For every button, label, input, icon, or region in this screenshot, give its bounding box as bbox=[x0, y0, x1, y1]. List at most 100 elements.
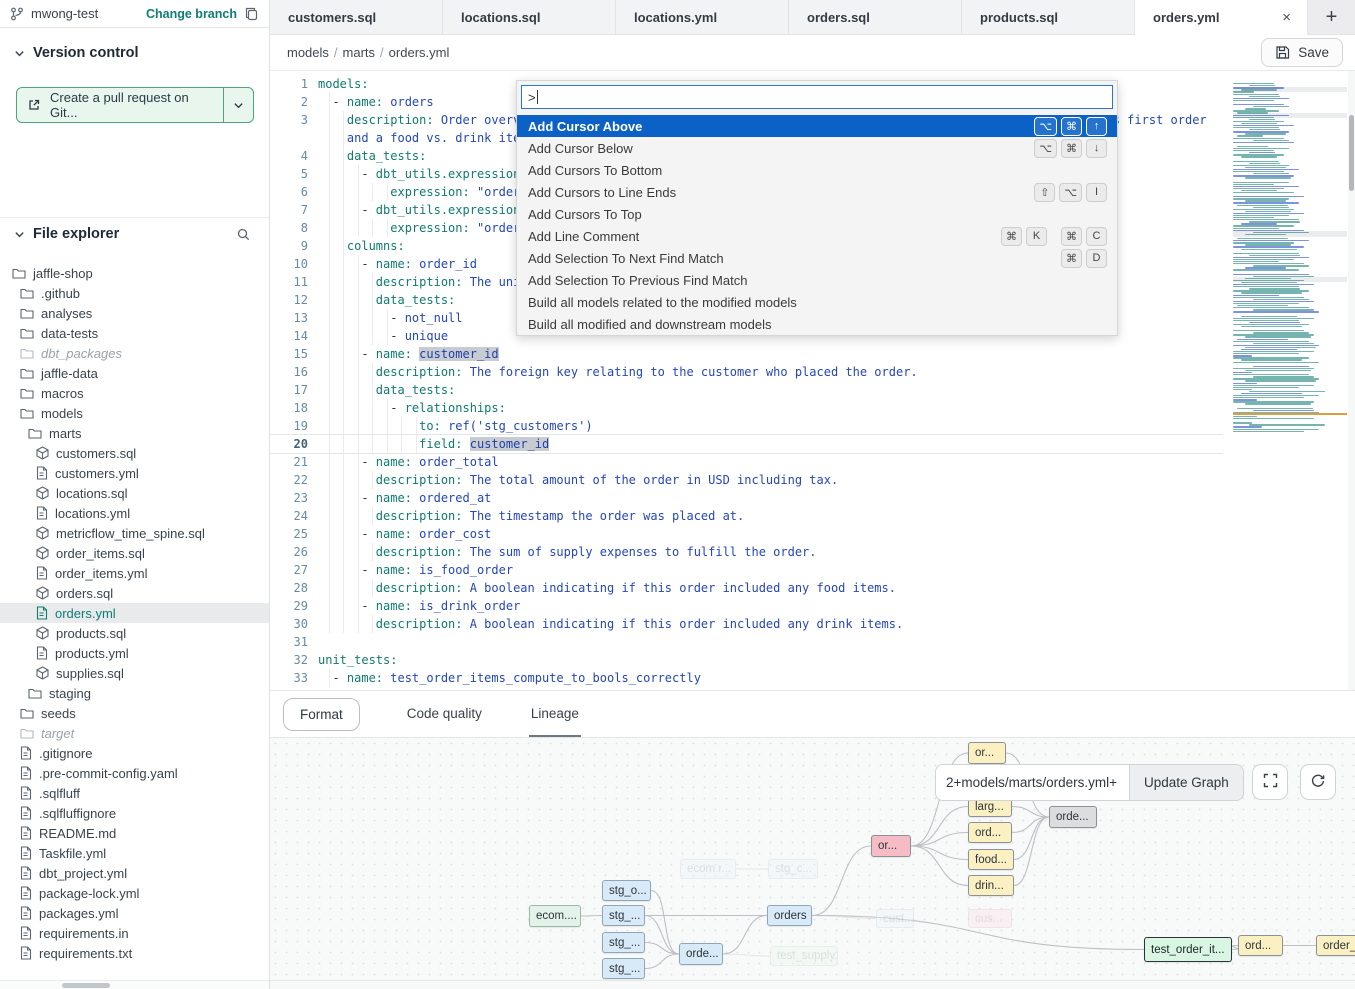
tree-item-target[interactable]: target bbox=[0, 723, 269, 743]
tree-item-orders.yml[interactable]: orders.yml bbox=[0, 603, 269, 623]
tree-item-requirements.in[interactable]: requirements.in bbox=[0, 923, 269, 943]
command-item[interactable]: Build all models related to the modified… bbox=[517, 291, 1117, 313]
tree-item-dbt_packages[interactable]: dbt_packages bbox=[0, 343, 269, 363]
bottom-horizontal-scrollbar[interactable] bbox=[270, 980, 1355, 989]
tree-item-.sqlfluffignore[interactable]: .sqlfluffignore bbox=[0, 803, 269, 823]
code-line[interactable]: 30 description: A boolean indicating if … bbox=[270, 615, 1355, 633]
tree-item-locations.sql[interactable]: locations.sql bbox=[0, 483, 269, 503]
tree-item-requirements.txt[interactable]: requirements.txt bbox=[0, 943, 269, 963]
tree-item-products.sql[interactable]: products.sql bbox=[0, 623, 269, 643]
pr-dropdown-chevron-icon[interactable] bbox=[223, 88, 253, 122]
graph-node-stg1[interactable]: stg_... bbox=[602, 905, 645, 926]
graph-node-f_ecomr[interactable]: ecom.r... bbox=[680, 859, 736, 879]
command-item[interactable]: Add Cursors to Line Ends⇧⌥I bbox=[517, 181, 1117, 203]
lineage-canvas[interactable]: or...larg...ord...food...drin...or...ord… bbox=[270, 737, 1355, 980]
graph-node-orde_gray[interactable]: orde... bbox=[1049, 806, 1097, 828]
sidebar-horizontal-scrollbar[interactable] bbox=[0, 980, 269, 989]
save-button[interactable]: Save bbox=[1261, 38, 1343, 67]
code-line[interactable]: 20 field: customer_id bbox=[270, 435, 1355, 453]
tree-item-data-tests[interactable]: data-tests bbox=[0, 323, 269, 343]
breadcrumb-part[interactable]: orders.yml bbox=[389, 45, 450, 60]
tree-item-models[interactable]: models bbox=[0, 403, 269, 423]
tab-locations.sql[interactable]: locations.sql bbox=[443, 0, 616, 34]
code-line[interactable]: 31 bbox=[270, 633, 1355, 651]
tree-item-.gitignore[interactable]: .gitignore bbox=[0, 743, 269, 763]
code-line[interactable]: 25 - name: order_cost bbox=[270, 525, 1355, 543]
command-item[interactable]: Add Cursors To Top bbox=[517, 203, 1117, 225]
code-line[interactable]: 17 data_tests: bbox=[270, 381, 1355, 399]
tree-item-order_items.sql[interactable]: order_items.sql bbox=[0, 543, 269, 563]
tab-code-quality[interactable]: Code quality bbox=[405, 691, 484, 738]
code-line[interactable]: 28 description: A boolean indicating if … bbox=[270, 579, 1355, 597]
tree-item-orders.sql[interactable]: orders.sql bbox=[0, 583, 269, 603]
graph-node-order2[interactable]: order_... bbox=[1316, 935, 1355, 956]
code-line[interactable]: 24 description: The timestamp the order … bbox=[270, 507, 1355, 525]
code-line[interactable]: 21 - name: order_total bbox=[270, 453, 1355, 471]
scrollbar-thumb[interactable] bbox=[62, 983, 110, 988]
format-button[interactable]: Format bbox=[283, 698, 360, 731]
command-item[interactable]: Build all modified and downstream models bbox=[517, 313, 1117, 335]
tree-item-products.yml[interactable]: products.yml bbox=[0, 643, 269, 663]
tree-item-customers.sql[interactable]: customers.sql bbox=[0, 443, 269, 463]
graph-node-or_top[interactable]: or... bbox=[968, 742, 1006, 764]
code-line[interactable]: 22 description: The total amount of the … bbox=[270, 471, 1355, 489]
tree-item-marts[interactable]: marts bbox=[0, 423, 269, 443]
graph-node-f_supply[interactable]: test_supply... bbox=[770, 946, 838, 966]
tree-item-jaffle-shop[interactable]: jaffle-shop bbox=[0, 263, 269, 283]
tree-item-macros[interactable]: macros bbox=[0, 383, 269, 403]
tree-item-locations.yml[interactable]: locations.yml bbox=[0, 503, 269, 523]
breadcrumb-part[interactable]: marts bbox=[343, 45, 376, 60]
version-control-header[interactable]: Version control bbox=[14, 45, 253, 61]
tab-customers.sql[interactable]: customers.sql bbox=[270, 0, 443, 34]
update-graph-button[interactable]: Update Graph bbox=[1129, 764, 1244, 801]
graph-node-drin[interactable]: drin... bbox=[968, 875, 1014, 896]
tree-item-.sqlfluff[interactable]: .sqlfluff bbox=[0, 783, 269, 803]
graph-node-f_cus[interactable]: cus... bbox=[968, 909, 1012, 928]
tree-item-seeds[interactable]: seeds bbox=[0, 703, 269, 723]
graph-node-f_stgc[interactable]: stg_c... bbox=[768, 859, 818, 879]
tree-item-jaffle-data[interactable]: jaffle-data bbox=[0, 363, 269, 383]
command-item[interactable]: Add Line Comment⌘K⌘C bbox=[517, 225, 1117, 247]
graph-node-test_green[interactable]: test_order_it... bbox=[1144, 937, 1232, 962]
tree-item-analyses[interactable]: analyses bbox=[0, 303, 269, 323]
lineage-selector-input[interactable]: 2+models/marts/orders.yml+ bbox=[935, 764, 1129, 801]
editor-scrollbar[interactable] bbox=[1348, 71, 1355, 690]
command-item[interactable]: Add Cursors To Bottom bbox=[517, 159, 1117, 181]
code-line[interactable]: 33 - name: test_order_items_compute_to_b… bbox=[270, 669, 1355, 687]
create-pr-button[interactable]: Create a pull request on Git... bbox=[16, 87, 254, 123]
command-item[interactable]: Add Selection To Previous Find Match bbox=[517, 269, 1117, 291]
file-explorer-header[interactable]: File explorer bbox=[14, 226, 253, 242]
graph-node-f_cust[interactable]: cust... bbox=[876, 909, 914, 928]
tree-item-order_items.yml[interactable]: order_items.yml bbox=[0, 563, 269, 583]
command-input[interactable]: > bbox=[521, 85, 1113, 109]
new-tab-button[interactable]: + bbox=[1308, 0, 1355, 34]
graph-node-ord2[interactable]: ord... bbox=[1238, 935, 1283, 956]
tab-products.sql[interactable]: products.sql bbox=[962, 0, 1135, 34]
tree-item-.pre-commit-config.yaml[interactable]: .pre-commit-config.yaml bbox=[0, 763, 269, 783]
tree-item-README.md[interactable]: README.md bbox=[0, 823, 269, 843]
graph-node-stg3[interactable]: stg_... bbox=[602, 958, 645, 979]
tree-item-packages.yml[interactable]: packages.yml bbox=[0, 903, 269, 923]
copy-branch-icon[interactable] bbox=[244, 6, 259, 21]
graph-node-food[interactable]: food... bbox=[968, 849, 1014, 870]
command-item[interactable]: Add Cursor Below⌥⌘↓ bbox=[517, 137, 1117, 159]
tree-item-supplies.sql[interactable]: supplies.sql bbox=[0, 663, 269, 683]
tab-orders.yml[interactable]: orders.yml× bbox=[1135, 0, 1308, 35]
tree-item-package-lock.yml[interactable]: package-lock.yml bbox=[0, 883, 269, 903]
tab-lineage[interactable]: Lineage bbox=[529, 691, 581, 738]
fullscreen-button[interactable] bbox=[1252, 764, 1288, 800]
refresh-button[interactable] bbox=[1300, 764, 1336, 800]
code-line[interactable]: 32unit_tests: bbox=[270, 651, 1355, 669]
graph-node-ord1[interactable]: ord... bbox=[968, 822, 1012, 843]
scrollbar-thumb[interactable] bbox=[1349, 115, 1354, 191]
code-line[interactable]: 18 - relationships: bbox=[270, 399, 1355, 417]
breadcrumb-part[interactable]: models bbox=[287, 45, 329, 60]
tab-locations.yml[interactable]: locations.yml bbox=[616, 0, 789, 34]
tree-item-customers.yml[interactable]: customers.yml bbox=[0, 463, 269, 483]
command-item[interactable]: Add Selection To Next Find Match⌘D bbox=[517, 247, 1117, 269]
tree-item-metricflow_time_spine.sql[interactable]: metricflow_time_spine.sql bbox=[0, 523, 269, 543]
code-line[interactable]: 19 to: ref('stg_customers') bbox=[270, 417, 1355, 435]
code-line[interactable]: 27 - name: is_food_order bbox=[270, 561, 1355, 579]
graph-node-stg2[interactable]: stg_... bbox=[602, 932, 645, 953]
tree-item-.github[interactable]: .github bbox=[0, 283, 269, 303]
